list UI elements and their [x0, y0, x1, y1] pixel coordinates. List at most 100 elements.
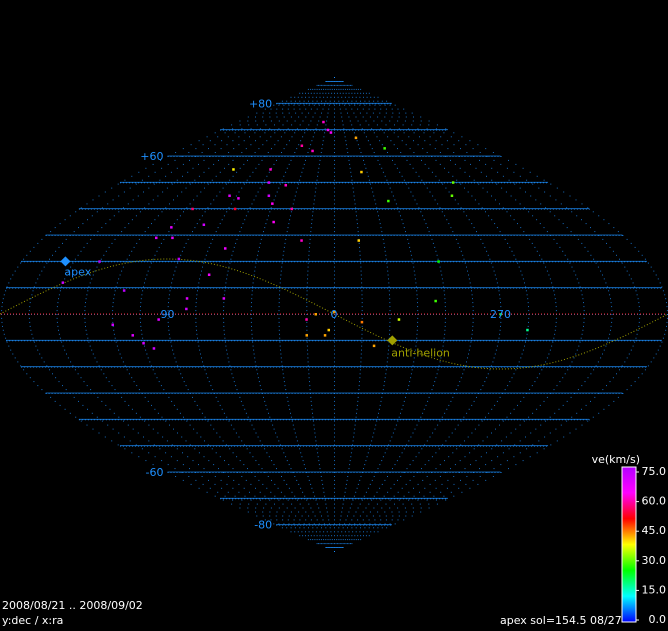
grid-dot [248, 503, 250, 505]
grid-dot [168, 231, 170, 233]
grid-dot [440, 136, 442, 138]
grid-dot [305, 531, 306, 533]
grid-dot [329, 539, 331, 541]
grid-dot [249, 452, 251, 454]
grid-dot [256, 503, 258, 505]
grid-dot [639, 310, 641, 312]
grid-dot [262, 515, 264, 517]
grid-dot [376, 420, 378, 422]
grid-dot [369, 104, 371, 106]
grid-dot [207, 207, 209, 209]
grid-dot [612, 377, 614, 379]
grid-dot [147, 227, 149, 229]
grid-dot [389, 333, 390, 335]
grid-dot [312, 539, 314, 541]
grid-dot [56, 314, 58, 315]
grid-dot [610, 325, 612, 327]
grid-dot [469, 345, 471, 347]
grid-dot [256, 124, 258, 126]
grid-dot [334, 456, 335, 458]
grid-dot [351, 539, 353, 541]
grid-dot [456, 448, 458, 450]
grid-dot [535, 428, 537, 430]
grid-dot [323, 543, 325, 545]
grid-dot [161, 460, 163, 462]
grid-dot [339, 84, 341, 86]
grid-dot [326, 511, 328, 513]
grid-dot [499, 329, 501, 331]
grid-dot [359, 112, 361, 114]
grid-dot [477, 483, 479, 485]
grid-dot [98, 365, 100, 367]
grid-dot [257, 254, 259, 256]
grid-dot [281, 100, 283, 102]
grid-dot [283, 148, 285, 150]
grid-dot [291, 136, 293, 138]
grid-dot [329, 527, 331, 529]
grid-dot [445, 317, 446, 319]
grid-dot [355, 100, 357, 102]
grid-dot [287, 227, 289, 229]
grid-dot [382, 389, 384, 391]
grid-dot [58, 294, 60, 296]
grid-dot [321, 100, 322, 102]
grid-dot [280, 270, 282, 272]
grid-dot [536, 250, 538, 252]
grid-dot [381, 231, 383, 233]
grid-dot [319, 159, 321, 161]
grid-dot [573, 357, 575, 359]
grid-dot [336, 88, 338, 90]
grid-dot [638, 321, 640, 323]
grid-dot [350, 452, 352, 454]
grid-dot [306, 128, 308, 130]
grid-dot [377, 416, 379, 418]
grid-dot [280, 357, 282, 359]
grid-dot [425, 223, 427, 225]
grid-dot [176, 460, 178, 462]
grid-dot [382, 171, 384, 173]
grid-dot [392, 195, 394, 197]
grid-dot [247, 468, 248, 470]
grid-dot [488, 412, 490, 414]
grid-dot [362, 519, 364, 521]
grid-dot [334, 341, 335, 343]
grid-dot [361, 290, 363, 292]
grid-dot [432, 432, 434, 434]
grid-dot [139, 317, 141, 319]
grid-dot [185, 242, 187, 244]
grid-dot [359, 479, 361, 481]
grid-dot [151, 223, 152, 225]
grid-dot [255, 432, 257, 434]
grid-dot [293, 523, 295, 525]
grid-dot [655, 353, 657, 355]
grid-dot [460, 148, 461, 150]
grid-dot [553, 389, 555, 391]
grid-dot [486, 377, 488, 379]
grid-dot [347, 100, 348, 102]
grid-dot [326, 543, 328, 545]
grid-dot [310, 88, 312, 90]
grid-dot [198, 163, 199, 165]
grid-dot [209, 140, 211, 142]
grid-dot [310, 92, 312, 94]
grid-dot [360, 527, 361, 529]
grid-dot [342, 88, 344, 90]
grid-dot [370, 183, 371, 185]
grid-dot [665, 329, 667, 331]
grid-dot [437, 424, 439, 426]
grid-dot [490, 365, 492, 367]
grid-dot [349, 507, 351, 509]
grid-dot [217, 400, 219, 402]
grid-dot [344, 104, 346, 106]
grid-dot [334, 242, 335, 244]
grid-dot [252, 282, 254, 284]
grid-dot [566, 207, 568, 209]
grid-dot [327, 88, 329, 90]
grid-dot [305, 92, 306, 94]
grid-dot [152, 369, 154, 371]
grid-dot [494, 404, 496, 406]
grid-dot [662, 290, 664, 292]
grid-dot [637, 329, 639, 331]
grid-dot [255, 120, 257, 122]
grid-dot [168, 298, 170, 300]
